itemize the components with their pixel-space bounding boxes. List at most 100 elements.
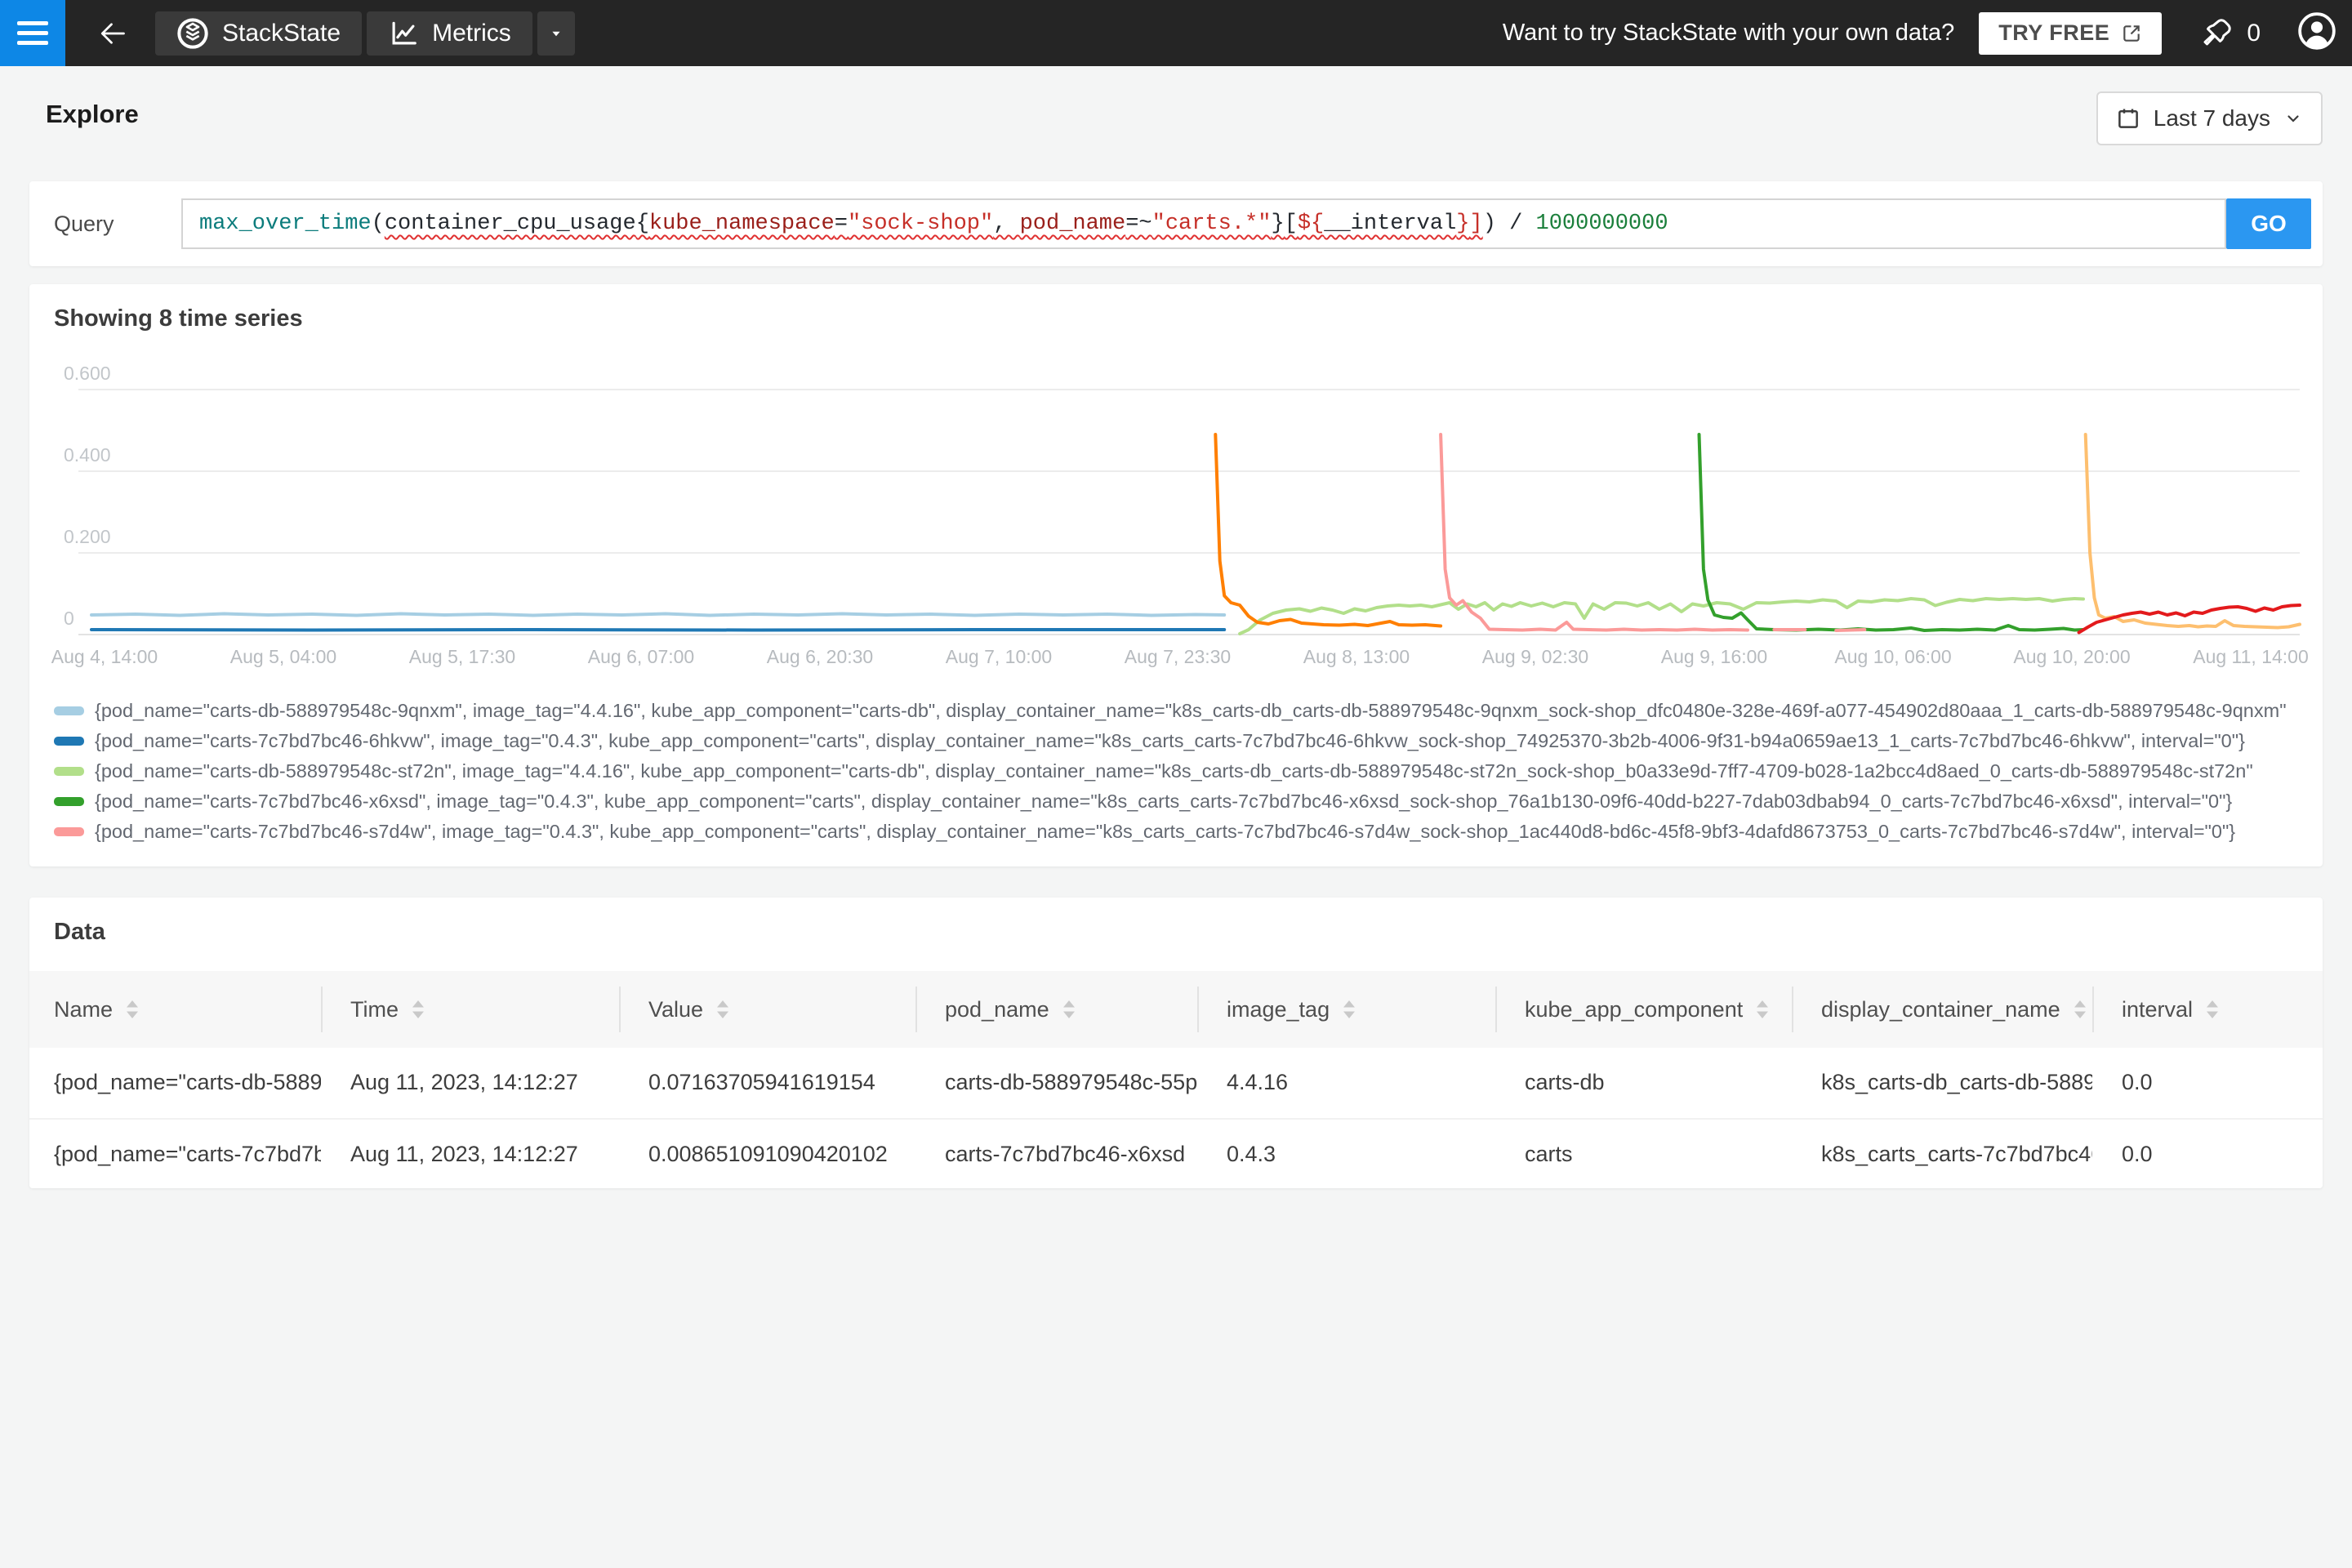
data-title: Data: [54, 919, 105, 945]
table-cell-interval: 0.0: [2122, 1141, 2153, 1166]
promo-text: Want to try StackState with your own dat…: [1502, 20, 1955, 46]
y-axis-label: 0.600: [64, 363, 111, 384]
query-token: (: [371, 212, 385, 236]
legend-swatch: [54, 737, 84, 746]
column-header-display_container_name[interactable]: display_container_name: [1792, 971, 2092, 1048]
column-header-label: display_container_name: [1821, 996, 2060, 1022]
column-header-Value[interactable]: Value: [619, 971, 915, 1048]
chevron-down-icon: [552, 31, 560, 36]
column-header-label: Time: [350, 996, 399, 1022]
time-range-picker[interactable]: Last 7 days: [2096, 91, 2323, 145]
metrics-chart-icon: [392, 21, 416, 44]
column-header-Time[interactable]: Time: [321, 971, 619, 1048]
calendar-icon: [2118, 109, 2138, 128]
avatar[interactable]: [2296, 11, 2337, 56]
data-table: Name Time Value pod_name image_tag kube_app_c…: [29, 971, 2323, 1188]
chevron-down-icon: [2287, 115, 2299, 122]
query-token: "carts.*": [1152, 212, 1272, 236]
legend-label: {pod_name="carts-db-588979548c-9qnxm", i…: [95, 700, 2287, 721]
x-axis-label: Aug 10, 06:00: [1834, 646, 1951, 667]
table-cell-Time: Aug 11, 2023, 14:12:27: [350, 1069, 578, 1094]
legend-item[interactable]: {pod_name="carts-7c7bd7bc46-x6xsd", imag…: [54, 786, 2323, 817]
legend-item[interactable]: {pod_name="carts-db-588979548c-st72n", i…: [54, 756, 2323, 786]
time-range-label: Last 7 days: [2153, 105, 2270, 131]
table-cell-kube_app_component: carts: [1525, 1141, 1573, 1166]
table-cell-Value: 0.07163705941619154: [648, 1069, 875, 1094]
chart-title: Showing 8 time series: [54, 305, 303, 332]
column-header-Name[interactable]: Name: [29, 971, 321, 1048]
query-token: __interval: [1324, 212, 1457, 236]
pin-count-badge: 0: [2247, 19, 2261, 47]
x-axis-label: Aug 7, 10:00: [946, 646, 1052, 667]
table-cell-kube_app_component: carts-db: [1525, 1069, 1605, 1094]
query-token: kube_namespace: [648, 212, 835, 236]
query-token: [: [1284, 212, 1298, 236]
query-token: {: [635, 212, 649, 236]
series-line-carts-db-588979548c-9qnxm: [90, 612, 1227, 617]
table-cell-pod_name: carts-7c7bd7bc46-x6xsd: [945, 1141, 1186, 1166]
x-axis-label: Aug 6, 20:30: [767, 646, 873, 667]
table-cell-image_tag: 0.4.3: [1227, 1141, 1276, 1166]
series-line-hidden-series-light-orange: [2083, 433, 2301, 630]
brand-button-stackstate[interactable]: StackState: [155, 11, 363, 56]
column-header-interval[interactable]: interval: [2092, 971, 2323, 1048]
external-link-icon: [2123, 24, 2140, 42]
sort-icon[interactable]: [124, 999, 140, 1020]
query-token: ]: [1469, 212, 1483, 236]
sort-icon[interactable]: [715, 999, 731, 1020]
sort-icon[interactable]: [1341, 999, 1357, 1020]
query-token: container_cpu_usage: [384, 212, 636, 236]
hamburger-icon: [17, 21, 48, 25]
back-button[interactable]: [95, 16, 131, 51]
legend-item[interactable]: {pod_name="carts-7c7bd7bc46-6hkvw", imag…: [54, 726, 2323, 756]
column-header-label: pod_name: [945, 996, 1049, 1022]
table-cell-interval: 0.0: [2122, 1069, 2153, 1094]
chart-legend: {pod_name="carts-db-588979548c-9qnxm", i…: [54, 696, 2323, 847]
metrics-dropdown-button[interactable]: [537, 11, 575, 56]
column-header-image_tag[interactable]: image_tag: [1197, 971, 1495, 1048]
column-header-label: Value: [648, 996, 704, 1022]
query-input[interactable]: max_over_time(container_cpu_usage{kube_n…: [181, 198, 2226, 249]
x-axis-label: Aug 10, 20:00: [2013, 646, 2130, 667]
x-axis-label: Aug 5, 17:30: [409, 646, 515, 667]
page-title: Explore: [46, 100, 139, 128]
legend-label: {pod_name="carts-7c7bd7bc46-s7d4w", imag…: [95, 821, 2236, 842]
query-token: ): [1482, 212, 1496, 236]
legend-label: {pod_name="carts-db-588979548c-st72n", i…: [95, 760, 2253, 782]
tab-metrics[interactable]: Metrics: [367, 11, 532, 56]
query-token: 1000000000: [1535, 212, 1668, 236]
column-header-kube_app_component[interactable]: kube_app_component: [1495, 971, 1792, 1048]
sort-icon[interactable]: [410, 999, 426, 1020]
sort-icon[interactable]: [2204, 999, 2221, 1020]
query-token: =: [834, 212, 848, 236]
sort-icon[interactable]: [1754, 999, 1771, 1020]
x-axis-label: Aug 9, 16:00: [1661, 646, 1767, 667]
column-header-label: interval: [2122, 996, 2194, 1022]
query-token: =~: [1125, 212, 1152, 236]
query-token: ,: [993, 212, 1020, 236]
table-header-row: Name Time Value pod_name image_tag kube_app_c…: [29, 971, 2323, 1048]
chart-panel: Showing 8 time series 0.600 0.400 0.200 0 Au…: [29, 284, 2323, 866]
column-header-pod_name[interactable]: pod_name: [915, 971, 1197, 1048]
column-header-label: image_tag: [1227, 996, 1330, 1022]
x-axis-label: Aug 5, 04:00: [230, 646, 336, 667]
legend-item[interactable]: {pod_name="carts-7c7bd7bc46-s7d4w", imag…: [54, 817, 2323, 847]
table-cell-Name: {pod_name="carts-db-588979548c-55p: [54, 1069, 321, 1094]
sort-icon[interactable]: [2072, 999, 2088, 1020]
column-header-label: Name: [54, 996, 114, 1022]
legend-item[interactable]: {pod_name="carts-db-588979548c-9qnxm", i…: [54, 696, 2323, 726]
pin-icon[interactable]: [2199, 16, 2234, 51]
hamburger-menu-button[interactable]: [0, 0, 65, 66]
data-panel: Data Name Time Value pod_name image_tag kube_…: [29, 898, 2323, 1188]
x-axis-label: Aug 11, 14:00: [2193, 646, 2309, 667]
table-row[interactable]: {pod_name="carts-db-588979548c-55p Aug 11…: [29, 1048, 2323, 1118]
legend-swatch: [54, 827, 84, 836]
sort-icon[interactable]: [1061, 999, 1077, 1020]
x-axis-label: Aug 6, 07:00: [588, 646, 694, 667]
legend-swatch: [54, 706, 84, 715]
table-row[interactable]: {pod_name="carts-7c7bd7bc46-x6xsd Aug 11,…: [29, 1118, 2323, 1188]
time-series-chart[interactable]: 0.600 0.400 0.200 0 Aug 4, 14:00 Aug 5, 04:00…: [29, 333, 2323, 670]
try-free-button[interactable]: TRY FREE: [1979, 11, 2163, 55]
query-token: pod_name: [1019, 212, 1126, 236]
go-button[interactable]: GO: [2226, 198, 2311, 249]
